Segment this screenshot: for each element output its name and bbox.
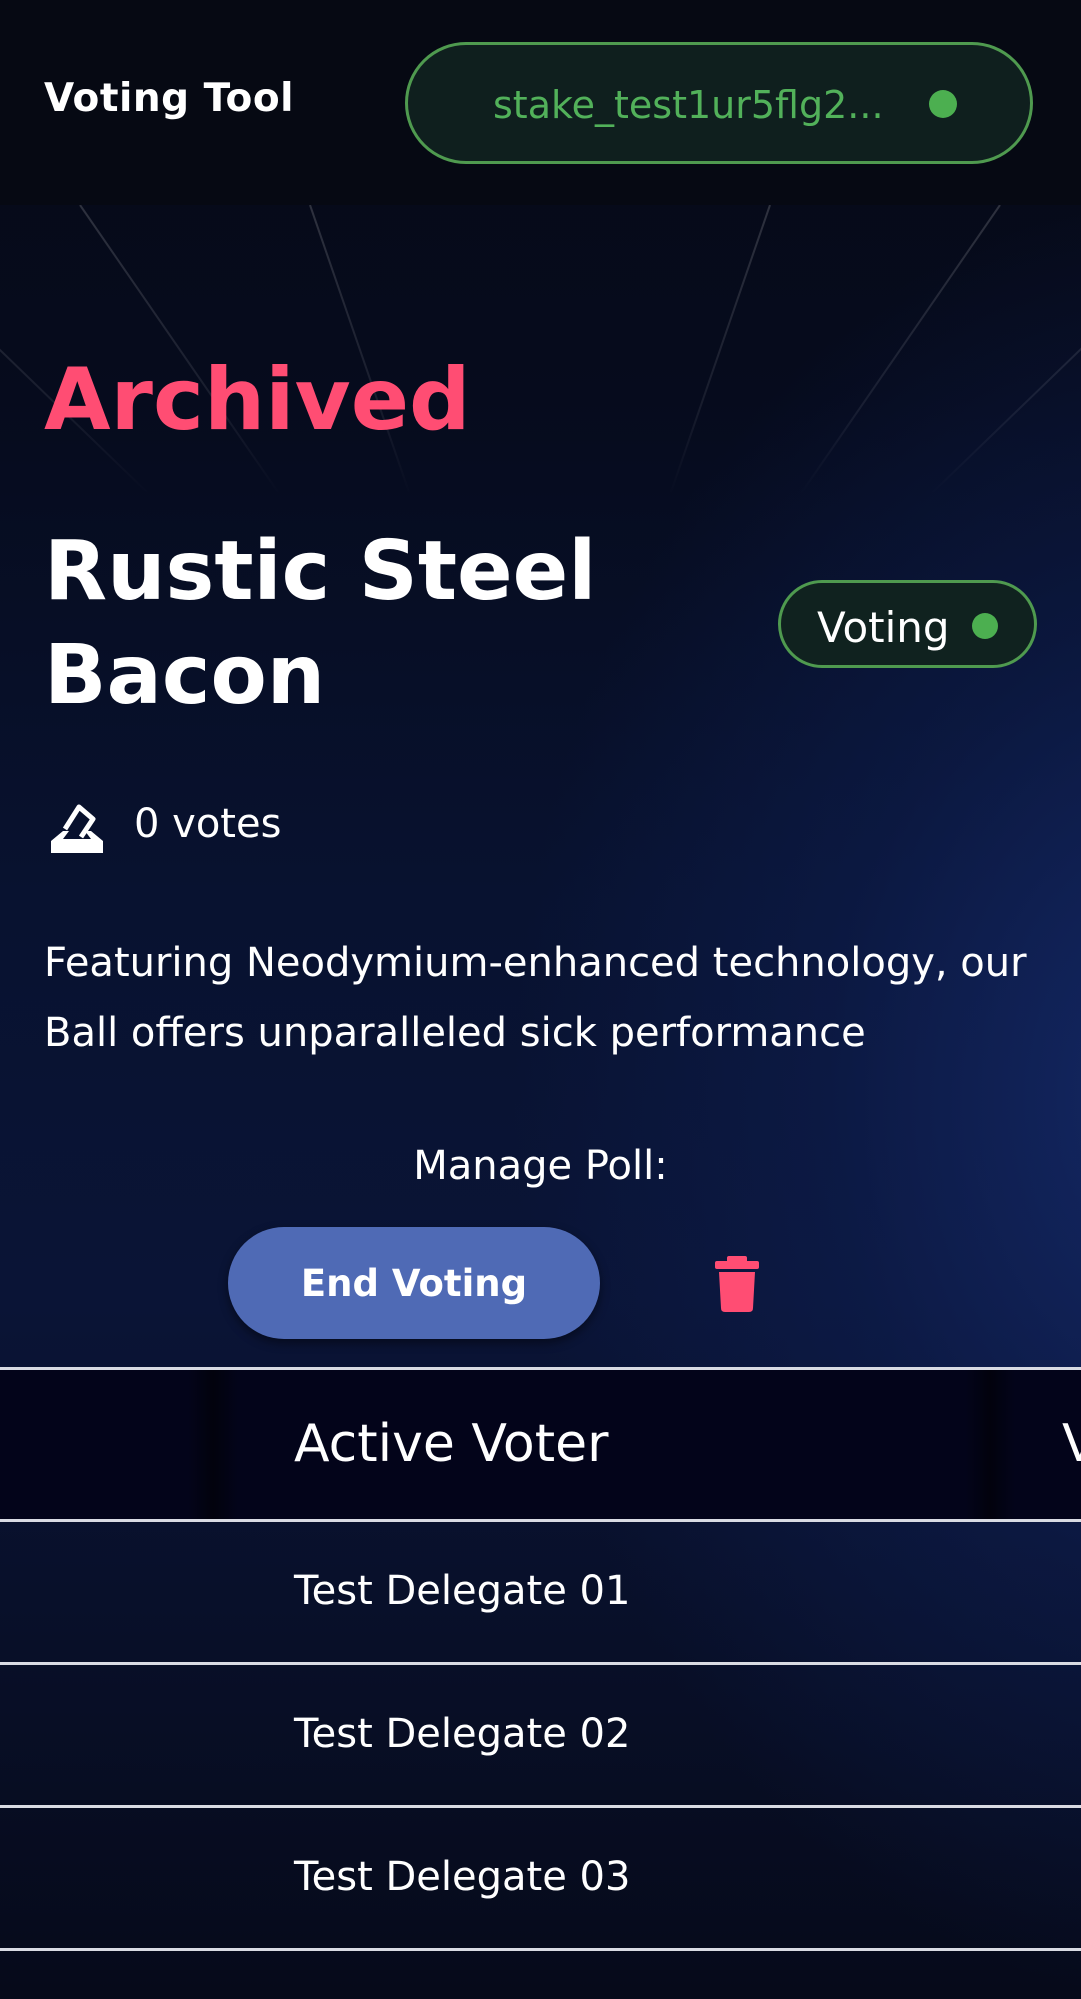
app-title[interactable]: Voting Tool [44, 76, 294, 121]
poll-title: Rustic Steel Bacon [44, 524, 597, 723]
table-row[interactable]: Test Delegate 03 [0, 1808, 1081, 1951]
poll-status-badge: Voting [778, 580, 1037, 668]
poll-description: Featuring Neodymium-enhanced technology,… [44, 940, 1027, 1056]
wallet-button[interactable]: stake_test1ur5flg2... [405, 42, 1033, 164]
wallet-address: stake_test1ur5flg2... [493, 83, 884, 127]
votes-text: 0 votes [134, 801, 282, 847]
voter-name: Test Delegate 01 [294, 1568, 631, 1614]
manage-poll-label: Manage Poll: [413, 1143, 668, 1189]
wallet-connected-indicator [929, 90, 957, 118]
column-separator [188, 1370, 238, 1519]
table-row[interactable]: Test Delegate 01 [0, 1522, 1081, 1665]
top-bar: Voting Tool stake_test1ur5flg2... [0, 0, 1081, 205]
poll-status-indicator [972, 613, 998, 639]
table-row[interactable]: Test Delegate 02 [0, 1665, 1081, 1808]
voter-name: Test Delegate 02 [294, 1711, 631, 1757]
column-separator [965, 1370, 1015, 1519]
poll-status-label: Voting [817, 603, 950, 652]
table-header: Active Voter V [0, 1367, 1081, 1522]
trash-icon[interactable] [712, 1256, 762, 1312]
ballot-icon [51, 804, 103, 853]
voter-name: Test Delegate 03 [294, 1854, 631, 1900]
archived-label: Archived [44, 350, 471, 450]
end-voting-button[interactable]: End Voting [228, 1227, 600, 1339]
header-active-voter[interactable]: Active Voter [294, 1414, 609, 1474]
header-vote[interactable]: V [1062, 1414, 1081, 1474]
